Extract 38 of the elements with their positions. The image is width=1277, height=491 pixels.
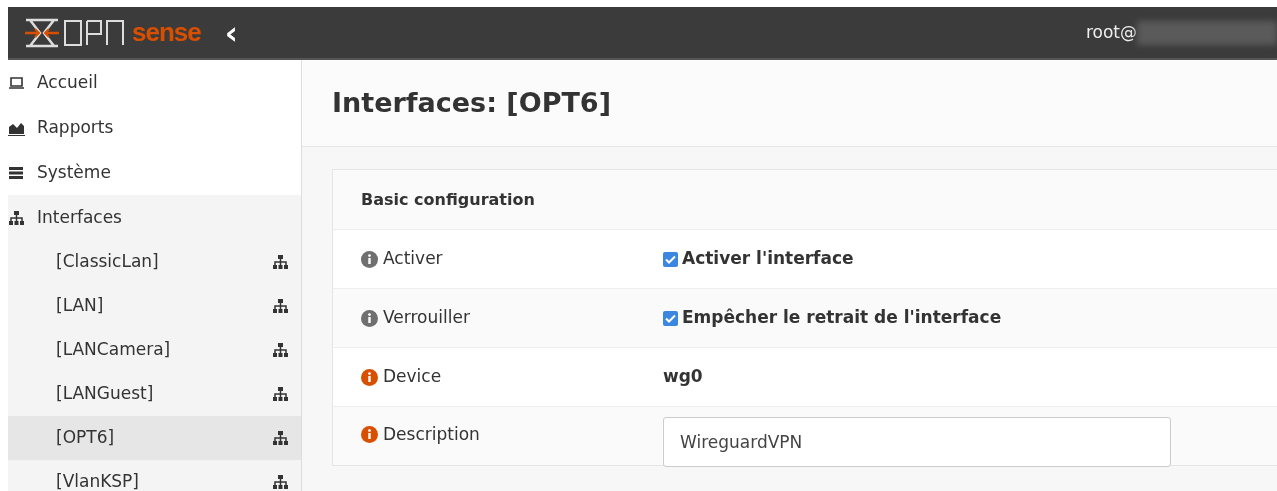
network-icon	[272, 386, 289, 402]
network-icon	[272, 430, 289, 446]
checkbox-label: Activer l'interface	[682, 247, 854, 271]
laptop-icon	[8, 74, 25, 91]
user-name: root@	[1085, 20, 1137, 44]
sidebar-subitem[interactable]: [LANGuest]	[8, 372, 301, 416]
logo-icon	[22, 17, 62, 48]
sidebar-subitem[interactable]: [LAN]	[8, 284, 301, 328]
network-icon	[272, 342, 289, 358]
network-icon	[272, 474, 289, 490]
network-icon	[272, 298, 289, 314]
checkbox-label: Empêcher le retrait de l'interface	[682, 306, 1002, 330]
sidebar-item[interactable]: Système	[8, 150, 301, 195]
page-title: Interfaces: [OPT6]	[302, 60, 1277, 147]
network-icon	[272, 254, 289, 270]
network-icon	[8, 209, 25, 226]
sidebar-subitem[interactable]: [LANCamera]	[8, 328, 301, 372]
field-label: Device	[383, 365, 442, 389]
sidebar-subitem[interactable]: [VlanKSP]	[8, 460, 301, 491]
logo-text: sense	[132, 16, 201, 49]
info-icon	[361, 309, 378, 327]
field-label: Verrouiller	[383, 306, 470, 330]
sidebar-item[interactable]: Rapports	[8, 105, 301, 150]
info-icon	[361, 368, 378, 386]
collapse-chevron[interactable]: ‹	[224, 16, 238, 49]
field-value: wg0	[663, 365, 703, 389]
text-input[interactable]: WireguardVPN	[663, 417, 1171, 467]
info-icon	[361, 250, 378, 268]
sidebar-subitem[interactable]: [ClassicLan]	[8, 240, 301, 284]
sidebar-subitem[interactable]: [OPT6]	[8, 416, 301, 460]
checkbox[interactable]	[663, 251, 678, 267]
field-label: Activer	[383, 247, 443, 271]
field-label: Description	[383, 423, 480, 446]
section-title: Basic configuration	[333, 170, 1277, 229]
checkbox[interactable]	[663, 310, 678, 326]
server-icon	[8, 164, 25, 181]
info-icon	[361, 426, 378, 444]
sidebar-item[interactable]: Accueil	[8, 60, 301, 105]
